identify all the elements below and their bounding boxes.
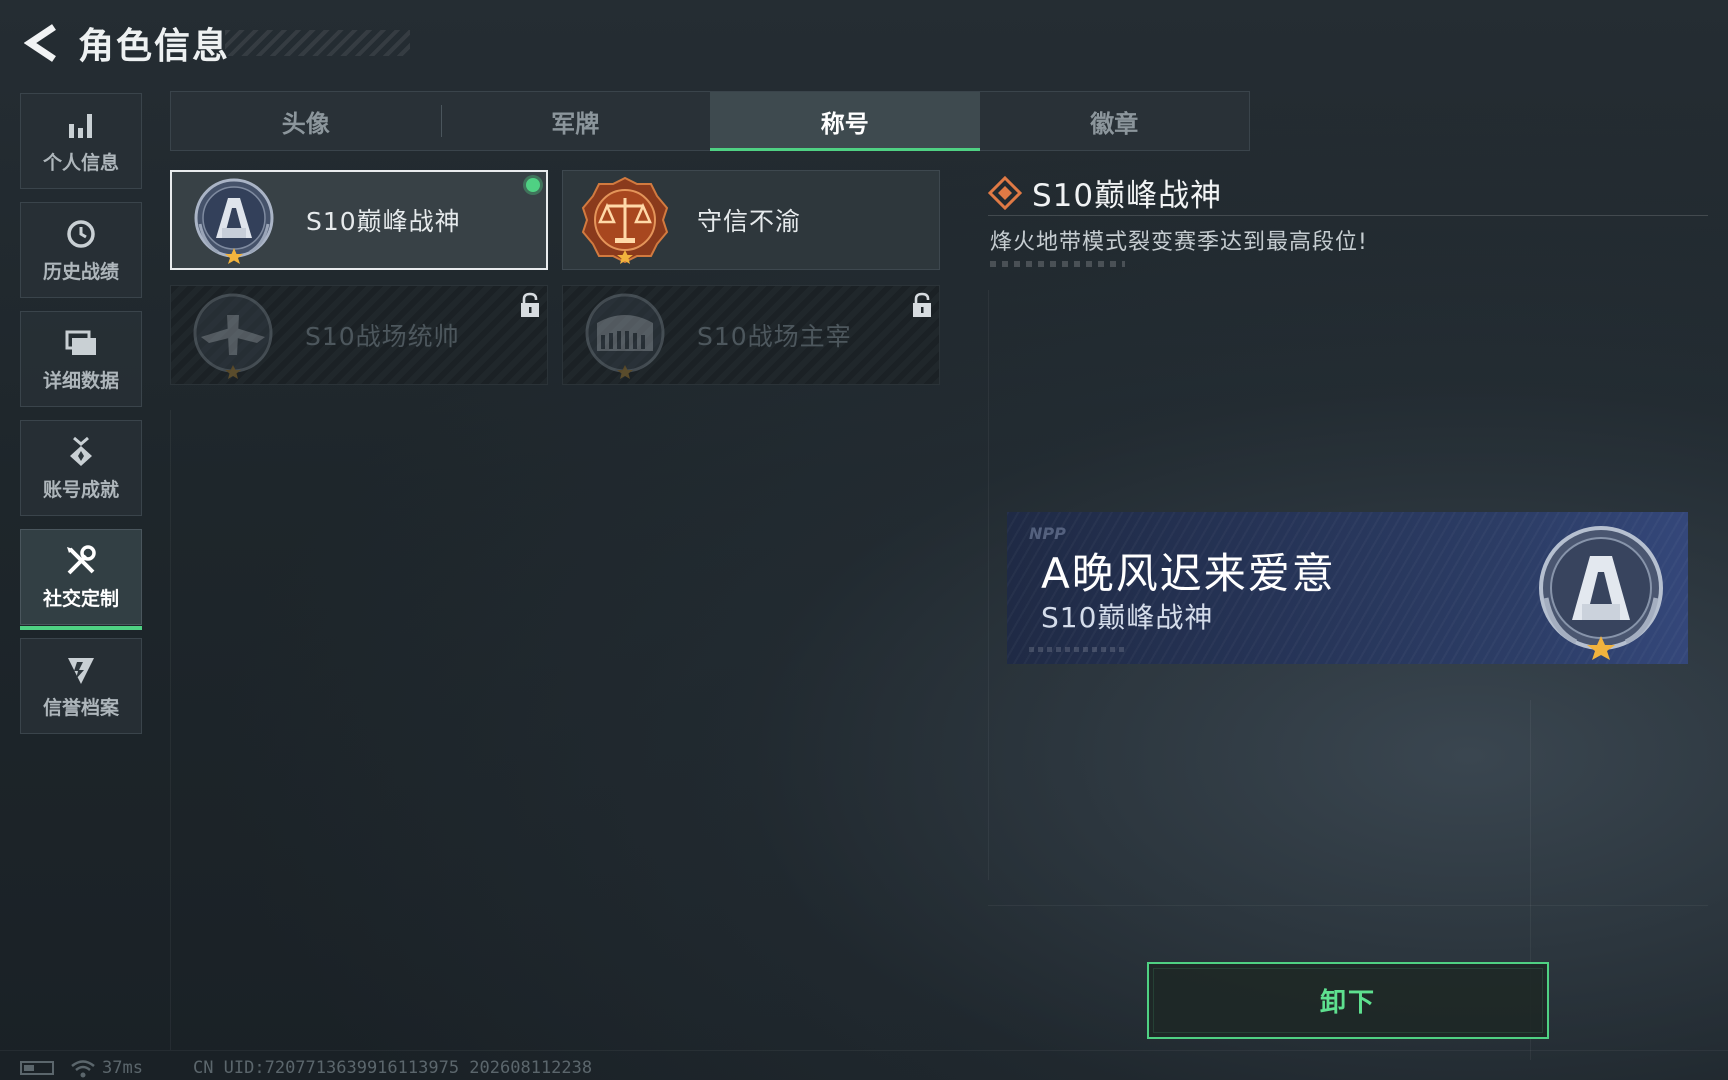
status-bar: 37ms CN UID:7207713639916113975 20260811…	[20, 1058, 592, 1078]
tab-title[interactable]: 称号	[710, 92, 980, 151]
back-button[interactable]	[20, 21, 64, 65]
title-card-label: S10战场统帅	[305, 322, 460, 351]
player-name: A晚风迟来爱意	[1041, 549, 1336, 598]
battery-icon	[20, 1061, 54, 1075]
ping-text: 37ms	[102, 1058, 143, 1078]
grid-line	[988, 905, 1708, 906]
back-arrow-icon	[24, 24, 56, 62]
uid-text: CN UID:7207713639916113975 202608112238	[192, 1058, 593, 1078]
page: 角色信息 个人信息 历史战绩 详细数据 账号成就 社交定制 信誉档案 头像 军牌…	[0, 0, 1728, 1080]
header: 角色信息	[20, 18, 230, 68]
detail-title: S10巅峰战神	[1032, 178, 1223, 214]
title-card-s10-commander[interactable]: S10战场统帅	[170, 285, 548, 385]
sidebar-item-label: 信誉档案	[42, 696, 119, 719]
title-hatch-decoration	[225, 30, 410, 56]
scales-justice-emblem-icon	[577, 172, 673, 268]
peak-god-emblem-icon	[1539, 526, 1663, 660]
sidebar-item-label: 个人信息	[42, 151, 119, 174]
detail-divider	[988, 215, 1708, 216]
clock-history-icon	[64, 217, 98, 251]
sidebar-item-personal-info[interactable]: 个人信息	[20, 93, 142, 189]
aircraft-emblem-icon	[185, 287, 281, 383]
sidebar-item-label: 详细数据	[42, 369, 119, 392]
description-decoration	[990, 261, 1125, 267]
title-card-s10-peak-god[interactable]: S10巅峰战神	[170, 170, 548, 270]
grid-line	[988, 290, 989, 880]
title-card-s10-dominator[interactable]: S10战场主宰	[562, 285, 940, 385]
sidebar-item-label: 账号成就	[42, 478, 119, 501]
detail-description: 烽火地带模式裂变赛季达到最高段位!	[990, 230, 1368, 255]
wifi-icon	[71, 1060, 95, 1078]
category-tabs: 头像 军牌 称号 徽章	[170, 91, 1250, 151]
unequip-button[interactable]: 卸下	[1147, 962, 1549, 1039]
equipped-indicator-icon	[526, 178, 540, 192]
sidebar-item-achievements[interactable]: 账号成就	[20, 420, 142, 516]
sidebar-item-label: 历史战绩	[42, 260, 119, 283]
sidebar: 个人信息 历史战绩 详细数据 账号成就 社交定制 信誉档案	[20, 93, 144, 747]
tab-badge[interactable]: 徽章	[980, 92, 1250, 150]
title-card-label: S10战场主宰	[697, 322, 852, 351]
tab-avatar[interactable]: 头像	[171, 92, 441, 150]
bar-chart-icon	[64, 108, 98, 142]
unequip-button-label: 卸下	[1319, 988, 1376, 1018]
banner-decoration	[1029, 647, 1124, 652]
sidebar-item-detailed-data[interactable]: 详细数据	[20, 311, 142, 407]
sidebar-item-label: 社交定制	[42, 587, 119, 610]
folder-data-icon	[64, 326, 98, 360]
colosseum-emblem-icon	[577, 287, 673, 383]
page-title: 角色信息	[78, 26, 231, 67]
sidebar-item-history[interactable]: 历史战绩	[20, 202, 142, 298]
lock-icon	[521, 292, 539, 317]
tools-customize-icon	[64, 544, 98, 578]
nameplate-preview: NPP A晚风迟来爱意 S10巅峰战神	[1007, 512, 1688, 664]
peak-god-emblem-icon	[186, 172, 282, 268]
sidebar-item-social-customize[interactable]: 社交定制	[20, 529, 142, 630]
title-card-trustworthy[interactable]: 守信不渝	[562, 170, 940, 270]
grid-line	[170, 410, 171, 1050]
banner-title: S10巅峰战神	[1041, 601, 1214, 634]
title-card-label: S10巅峰战神	[306, 207, 461, 236]
grid-line	[0, 1050, 1728, 1051]
detail-title-row: S10巅峰战神	[988, 170, 1222, 215]
tab-dog-tag[interactable]: 军牌	[440, 92, 711, 150]
medal-achievement-icon	[64, 435, 98, 469]
sidebar-item-credit-record[interactable]: 信誉档案	[20, 638, 142, 734]
shield-credit-icon	[64, 653, 98, 687]
lock-icon	[913, 292, 931, 317]
title-card-label: 守信不渝	[697, 207, 802, 236]
diamond-icon	[988, 175, 1022, 210]
